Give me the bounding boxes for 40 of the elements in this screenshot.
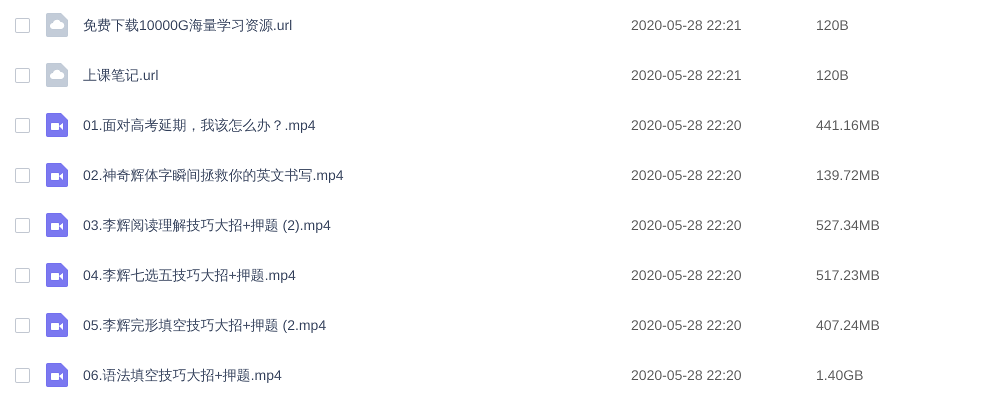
video-file-icon: [46, 163, 68, 187]
checkbox[interactable]: [15, 218, 30, 232]
file-size: 120B: [816, 66, 849, 84]
file-size: 407.24MB: [816, 316, 880, 334]
checkbox[interactable]: [15, 318, 30, 332]
checkbox[interactable]: [15, 268, 30, 282]
modified-date: 2020-05-28 22:20: [631, 216, 743, 234]
modified-date: 2020-05-28 22:20: [631, 266, 743, 284]
checkbox[interactable]: [15, 18, 30, 32]
file-name[interactable]: 01.面对高考延期，我该怎么办？.mp4: [83, 114, 583, 136]
file-size: 139.72MB: [816, 166, 880, 184]
video-file-icon: [46, 263, 68, 287]
cloud-file-icon: [46, 13, 68, 37]
file-size: 1.40GB: [816, 366, 864, 384]
video-file-icon: [46, 363, 68, 387]
checkbox[interactable]: [15, 168, 30, 182]
modified-date: 2020-05-28 22:20: [631, 316, 743, 334]
file-name[interactable]: 05.李辉完形填空技巧大招+押题 (2.mp4: [83, 314, 583, 336]
modified-date: 2020-05-28 22:20: [631, 366, 743, 384]
cloud-file-icon: [46, 63, 68, 87]
file-name[interactable]: 03.李辉阅读理解技巧大招+押题 (2).mp4: [83, 214, 583, 236]
modified-date: 2020-05-28 22:20: [631, 116, 743, 134]
file-size: 517.23MB: [816, 266, 880, 284]
file-size: 441.16MB: [816, 116, 880, 134]
video-file-icon: [46, 313, 68, 337]
file-name[interactable]: 06.语法填空技巧大招+押题.mp4: [83, 364, 583, 386]
file-name[interactable]: 04.李辉七选五技巧大招+押题.mp4: [83, 264, 583, 286]
modified-date: 2020-05-28 22:21: [631, 66, 743, 84]
file-name[interactable]: 02.神奇辉体字瞬间拯救你的英文书写.mp4: [83, 164, 583, 186]
file-name[interactable]: 免费下载10000G海量学习资源.url: [83, 14, 583, 36]
checkbox[interactable]: [15, 68, 30, 82]
video-file-icon: [46, 213, 68, 237]
file-size: 120B: [816, 16, 849, 34]
checkbox[interactable]: [15, 368, 30, 382]
video-file-icon: [46, 113, 68, 137]
file-size: 527.34MB: [816, 216, 880, 234]
file-name[interactable]: 上课笔记.url: [83, 64, 583, 86]
modified-date: 2020-05-28 22:20: [631, 166, 743, 184]
checkbox[interactable]: [15, 118, 30, 132]
modified-date: 2020-05-28 22:21: [631, 16, 743, 34]
